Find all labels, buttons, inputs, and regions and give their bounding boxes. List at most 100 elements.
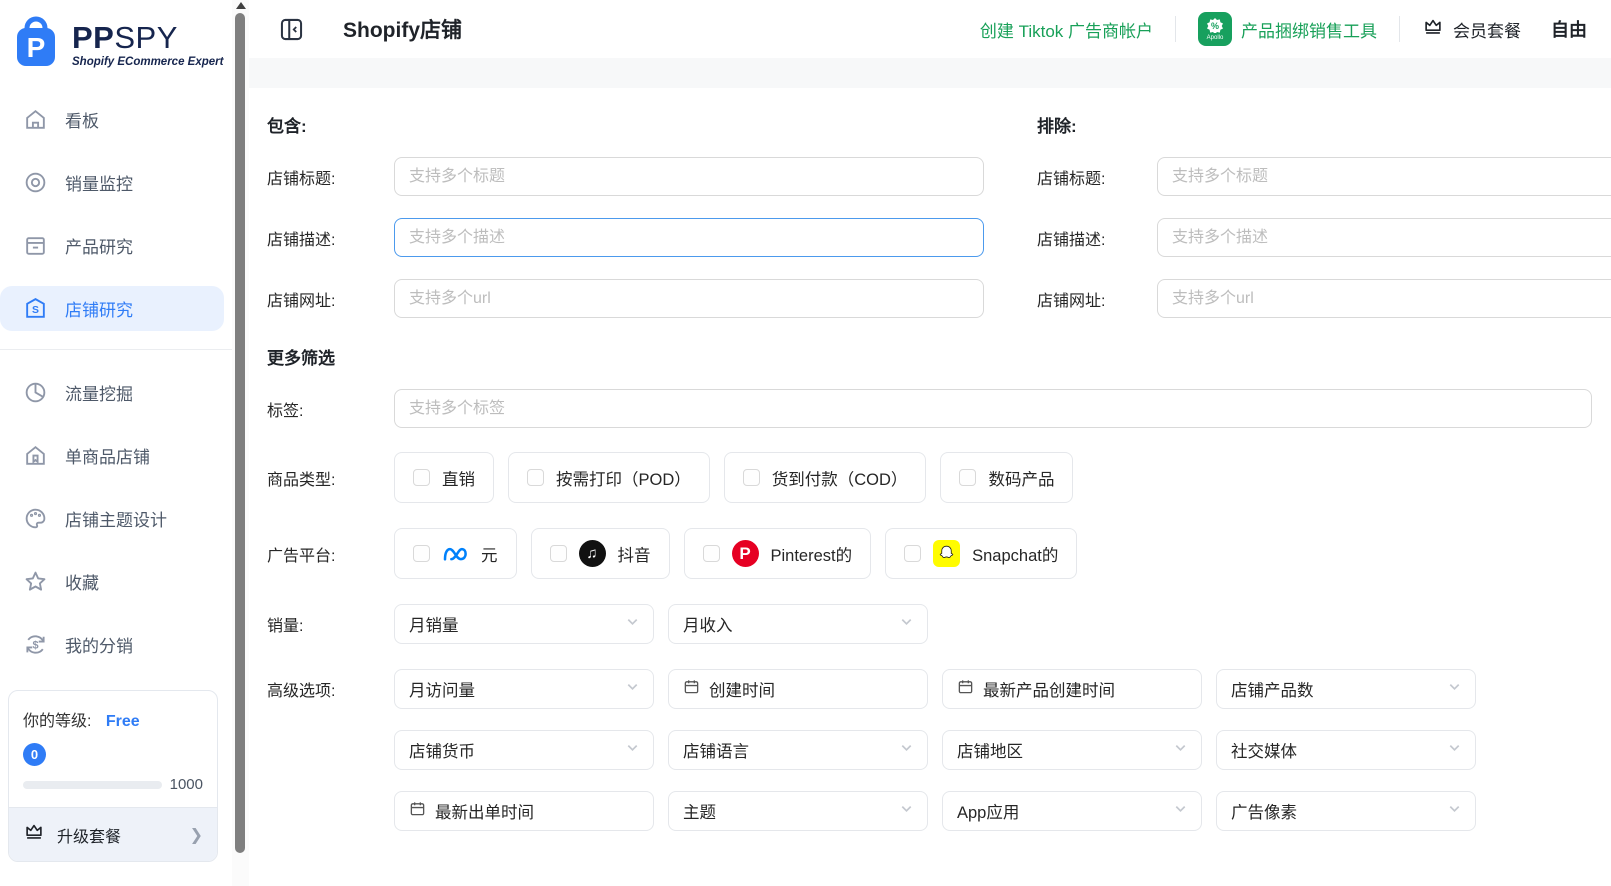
- include-section: 包含: 店铺标题: 店铺描述: 店铺网址:: [267, 112, 984, 340]
- exclude-store-title-input[interactable]: [1157, 157, 1611, 196]
- brand-logo[interactable]: P PPSPY Shopify ECommerce Expert: [0, 0, 232, 83]
- collapse-sidebar-icon[interactable]: [278, 16, 305, 43]
- svg-text:P: P: [27, 32, 46, 63]
- checkbox-pod[interactable]: 按需打印（POD）: [508, 452, 710, 503]
- store-product-count-select[interactable]: 店铺产品数: [1216, 669, 1476, 709]
- tags-label: 标签:: [267, 402, 304, 420]
- chevron-right-icon: ❯: [189, 826, 203, 844]
- chevron-down-icon: [899, 801, 915, 821]
- sidebar-item-my-distribution[interactable]: $ 我的分销: [0, 622, 224, 667]
- level-value: Free: [105, 713, 140, 730]
- social-media-select[interactable]: 社交媒体: [1216, 730, 1476, 770]
- monthly-sales-select[interactable]: 月销量: [394, 604, 654, 644]
- calendar-icon: [957, 678, 975, 700]
- store-region-select[interactable]: 店铺地区: [942, 730, 1202, 770]
- brand-tagline: Shopify ECommerce Expert: [72, 55, 224, 68]
- chevron-down-icon: [899, 740, 915, 760]
- checkbox-icon[interactable]: [959, 469, 977, 486]
- exclude-store-description-input[interactable]: [1157, 218, 1611, 257]
- vertical-scrollbar[interactable]: [232, 0, 249, 886]
- checkbox-cod[interactable]: 货到付款（COD）: [723, 452, 927, 503]
- username[interactable]: 自由: [1551, 16, 1587, 42]
- member-plan-link[interactable]: 会员套餐: [1422, 16, 1521, 43]
- calendar-icon: [683, 678, 701, 700]
- product-type-label: 商品类型:: [267, 471, 336, 489]
- checkbox-icon[interactable]: [702, 545, 720, 562]
- sidebar-item-sales-monitor[interactable]: 销量监控: [0, 160, 224, 205]
- more-filters-title: 更多筛选: [267, 349, 335, 368]
- scrollbar-thumb[interactable]: [235, 13, 245, 853]
- checkbox-snapchat[interactable]: Snapchat的: [885, 528, 1078, 579]
- target-icon: [22, 170, 48, 196]
- brand-name: PPSPY: [72, 19, 178, 55]
- field-label: 店铺网址:: [267, 292, 336, 310]
- meta-icon: [442, 540, 469, 567]
- crown-icon: [23, 821, 45, 848]
- app-select[interactable]: App应用: [942, 791, 1202, 831]
- svg-text:$: $: [32, 639, 38, 651]
- latest-order-time-picker[interactable]: 最新出单时间: [394, 791, 654, 831]
- checkbox-meta[interactable]: 元: [394, 528, 517, 579]
- scrollbar-up-arrow[interactable]: [235, 2, 246, 9]
- sidebar-nav: 看板 销量监控 产品研究 S 店铺研究 流量挖掘 单商品店铺 店铺主题设计 收藏…: [0, 97, 232, 667]
- chevron-down-icon: [625, 614, 641, 634]
- ppspy-bag-icon: P: [10, 16, 62, 73]
- include-store-description-input[interactable]: [394, 218, 984, 257]
- level-current-badge: 0: [23, 743, 46, 766]
- level-max: 1000: [169, 776, 203, 793]
- checkbox-dropshipping[interactable]: 直销: [394, 452, 494, 503]
- sales-row: 销量: 月销量 月收入: [267, 604, 1611, 644]
- page-title: Shopify店铺: [343, 19, 462, 42]
- sales-label: 销量:: [267, 618, 304, 635]
- pinterest-icon: P: [731, 540, 759, 567]
- upgrade-plan-button[interactable]: 升级套餐 ❯: [9, 807, 217, 861]
- sidebar-item-theme-design[interactable]: 店铺主题设计: [0, 496, 224, 541]
- top-header: Shopify店铺 创建 Tiktok 广告商帐户 % Apollo 产品捆绑销…: [249, 0, 1611, 58]
- chevron-down-icon: [625, 679, 641, 699]
- box-icon: [22, 233, 48, 259]
- latest-product-created-time-picker[interactable]: 最新产品创建时间: [942, 669, 1202, 709]
- ad-pixel-select[interactable]: 广告像素: [1216, 791, 1476, 831]
- sidebar-item-product-research[interactable]: 产品研究: [0, 223, 224, 268]
- include-title: 包含:: [267, 117, 307, 136]
- apollo-app-icon: % Apollo: [1198, 12, 1232, 46]
- checkbox-pinterest[interactable]: P Pinterest的: [683, 528, 872, 579]
- product-type-row: 商品类型: 直销 按需打印（POD） 货到付款（COD） 数码产品: [267, 452, 1611, 503]
- tags-input[interactable]: [394, 389, 1592, 428]
- field-label: 店铺标题:: [267, 170, 336, 188]
- tiktok-icon: ♫: [578, 540, 606, 567]
- include-store-url-input[interactable]: [394, 279, 984, 318]
- sidebar-item-single-product-store[interactable]: 单商品店铺: [0, 433, 224, 478]
- snapchat-icon: [933, 540, 961, 567]
- store-currency-select[interactable]: 店铺货币: [394, 730, 654, 770]
- created-time-picker[interactable]: 创建时间: [668, 669, 928, 709]
- chevron-down-icon: [899, 614, 915, 634]
- checkbox-icon[interactable]: [904, 545, 922, 562]
- checkbox-icon[interactable]: [413, 545, 430, 562]
- create-tiktok-ad-account-link[interactable]: 创建 Tiktok 广告商帐户: [980, 17, 1153, 42]
- sidebar-item-dashboard[interactable]: 看板: [0, 97, 224, 142]
- pie-chart-icon: [22, 380, 48, 406]
- monthly-revenue-select[interactable]: 月收入: [668, 604, 928, 644]
- exclude-store-url-input[interactable]: [1157, 279, 1611, 318]
- level-card: 你的等级: Free 0 1000 升级套餐 ❯: [8, 690, 218, 862]
- theme-select[interactable]: 主题: [668, 791, 928, 831]
- palette-icon: [22, 506, 48, 532]
- ad-platform-row: 广告平台: 元 ♫ 抖音 P Pinterest的 Snapchat的: [267, 528, 1611, 579]
- sidebar-item-traffic-mining[interactable]: 流量挖掘: [0, 370, 224, 415]
- exclude-section: 排除: 店铺标题: 店铺描述: 店铺网址:: [1037, 112, 1611, 340]
- sidebar-item-favorites[interactable]: 收藏: [0, 559, 224, 604]
- checkbox-icon[interactable]: [527, 469, 544, 486]
- store-language-select[interactable]: 店铺语言: [668, 730, 928, 770]
- checkbox-icon[interactable]: [549, 545, 567, 562]
- sidebar: P PPSPY Shopify ECommerce Expert 看板 销量监控…: [0, 0, 232, 886]
- monthly-visits-select[interactable]: 月访问量: [394, 669, 654, 709]
- bundle-tool-link[interactable]: % Apollo 产品捆绑销售工具: [1198, 12, 1377, 46]
- sidebar-item-store-research[interactable]: S 店铺研究: [0, 286, 224, 331]
- checkbox-icon[interactable]: [742, 469, 760, 486]
- advanced-label: 高级选项:: [267, 683, 336, 700]
- checkbox-tiktok[interactable]: ♫ 抖音: [530, 528, 670, 579]
- checkbox-icon[interactable]: [413, 469, 430, 486]
- include-store-title-input[interactable]: [394, 157, 984, 196]
- checkbox-digital-product[interactable]: 数码产品: [940, 452, 1074, 503]
